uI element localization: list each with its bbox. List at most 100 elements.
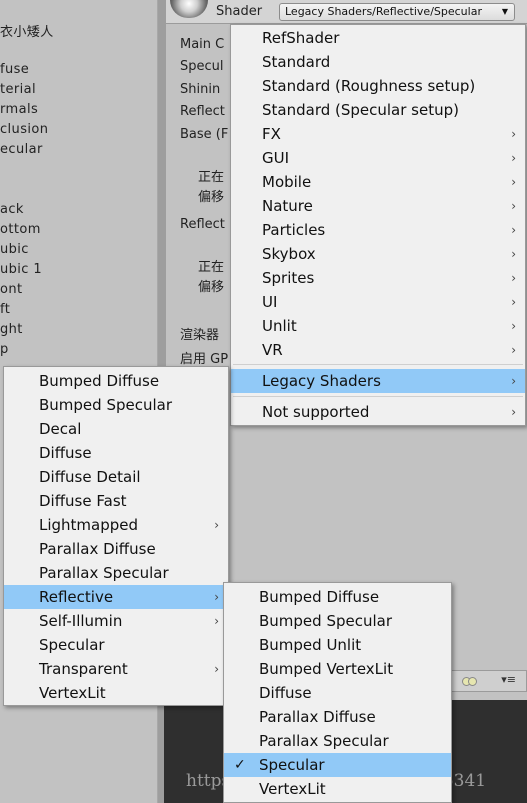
- hierarchy-item[interactable]: ecular: [0, 142, 43, 157]
- menu-item-bumped-vertexlit[interactable]: Bumped VertexLit: [224, 657, 451, 681]
- menu-item-label: GUI: [262, 149, 290, 167]
- menu-item-label: VertexLit: [259, 780, 326, 798]
- menu-separator: [233, 396, 523, 397]
- hierarchy-item[interactable]: clusion: [0, 122, 48, 137]
- chevron-right-icon: ›: [511, 223, 516, 237]
- legacy-shaders-menu: Bumped Diffuse Bumped Specular Decal Dif…: [3, 366, 229, 706]
- menu-item-label: VertexLit: [39, 684, 106, 702]
- hierarchy-item[interactable]: ft: [0, 302, 10, 317]
- menu-item-refshader[interactable]: RefShader: [231, 26, 525, 50]
- menu-item-specular[interactable]: ✓ Specular: [224, 753, 451, 777]
- hierarchy-item[interactable]: ubic: [0, 242, 29, 257]
- menu-item-standard-roughness[interactable]: Standard (Roughness setup): [231, 74, 525, 98]
- hierarchy-item[interactable]: ont: [0, 282, 23, 297]
- menu-item-specular[interactable]: Specular: [4, 633, 228, 657]
- menu-item-skybox[interactable]: Skybox ›: [231, 242, 525, 266]
- menu-item-diffuse-fast[interactable]: Diffuse Fast: [4, 489, 228, 513]
- menu-item-bumped-unlit[interactable]: Bumped Unlit: [224, 633, 451, 657]
- hierarchy-item[interactable]: ottom: [0, 222, 41, 237]
- menu-item-ui[interactable]: UI ›: [231, 290, 525, 314]
- menu-item-self-illumin[interactable]: Self-Illumin ›: [4, 609, 228, 633]
- menu-item-standard[interactable]: Standard: [231, 50, 525, 74]
- menu-item-parallax-specular[interactable]: Parallax Specular: [224, 729, 451, 753]
- hierarchy-item[interactable]: p: [0, 342, 9, 357]
- menu-item-bumped-diffuse[interactable]: Bumped Diffuse: [224, 585, 451, 609]
- light-toggle-icon[interactable]: [468, 677, 477, 686]
- menu-item-parallax-diffuse[interactable]: Parallax Diffuse: [224, 705, 451, 729]
- chevron-right-icon: ›: [511, 319, 516, 333]
- menu-item-diffuse-detail[interactable]: Diffuse Detail: [4, 465, 228, 489]
- menu-item-sprites[interactable]: Sprites ›: [231, 266, 525, 290]
- menu-item-nature[interactable]: Nature ›: [231, 194, 525, 218]
- menu-item-mobile[interactable]: Mobile ›: [231, 170, 525, 194]
- menu-item-label: Mobile: [262, 173, 312, 191]
- menu-item-label: Standard (Roughness setup): [262, 77, 476, 95]
- menu-item-bumped-specular[interactable]: Bumped Specular: [224, 609, 451, 633]
- chevron-right-icon: ›: [214, 614, 219, 628]
- material-preview-icon: [170, 0, 208, 18]
- menu-item-transparent[interactable]: Transparent ›: [4, 657, 228, 681]
- menu-item-label: Self-Illumin: [39, 612, 123, 630]
- menu-item-reflective[interactable]: Reflective ›: [4, 585, 228, 609]
- hierarchy-item[interactable]: terial: [0, 82, 36, 97]
- menu-item-not-supported[interactable]: Not supported ›: [231, 400, 525, 424]
- menu-item-label: Bumped Unlit: [259, 636, 362, 654]
- menu-item-label: Bumped Diffuse: [39, 372, 160, 390]
- chevron-right-icon: ›: [214, 518, 219, 532]
- menu-item-label: Unlit: [262, 317, 297, 335]
- menu-item-label: Diffuse Detail: [39, 468, 141, 486]
- menu-item-gui[interactable]: GUI ›: [231, 146, 525, 170]
- chevron-right-icon: ›: [511, 199, 516, 213]
- hierarchy-item[interactable]: rmals: [0, 102, 38, 117]
- hierarchy-item[interactable]: fuse: [0, 62, 29, 77]
- menu-item-vertexlit[interactable]: VertexLit: [4, 681, 228, 705]
- menu-item-label: Nature: [262, 197, 313, 215]
- chevron-right-icon: ›: [511, 295, 516, 309]
- menu-item-unlit[interactable]: Unlit ›: [231, 314, 525, 338]
- preview-toolbar: ▾≡: [445, 670, 527, 692]
- hierarchy-item[interactable]: ght: [0, 322, 23, 337]
- property-label: 正在: [198, 260, 225, 275]
- menu-item-particles[interactable]: Particles ›: [231, 218, 525, 242]
- menu-item-label: Parallax Specular: [39, 564, 169, 582]
- chevron-right-icon: ›: [511, 151, 516, 165]
- menu-item-label: Diffuse Fast: [39, 492, 127, 510]
- shader-dropdown[interactable]: Legacy Shaders/Reflective/Specular ▼: [279, 3, 515, 21]
- property-label: 偏移: [198, 280, 225, 295]
- menu-item-bumped-specular[interactable]: Bumped Specular: [4, 393, 228, 417]
- menu-item-decal[interactable]: Decal: [4, 417, 228, 441]
- menu-item-label: Lightmapped: [39, 516, 139, 534]
- chevron-right-icon: ›: [214, 662, 219, 676]
- hierarchy-item[interactable]: ack: [0, 202, 24, 217]
- menu-item-bumped-diffuse[interactable]: Bumped Diffuse: [4, 369, 228, 393]
- menu-item-fx[interactable]: FX ›: [231, 122, 525, 146]
- chevron-right-icon: ›: [511, 127, 516, 141]
- menu-item-lightmapped[interactable]: Lightmapped ›: [4, 513, 228, 537]
- menu-item-label: RefShader: [262, 29, 340, 47]
- menu-item-parallax-specular[interactable]: Parallax Specular: [4, 561, 228, 585]
- menu-item-label: Standard (Specular setup): [262, 101, 459, 119]
- property-label: Base (F: [180, 127, 229, 142]
- menu-item-label: Parallax Diffuse: [39, 540, 156, 558]
- hierarchy-item[interactable]: ubic 1: [0, 262, 42, 277]
- menu-item-legacy-shaders[interactable]: Legacy Shaders ›: [231, 369, 525, 393]
- preview-menu-icon[interactable]: ▾≡: [501, 673, 516, 686]
- property-label: 正在: [198, 170, 225, 185]
- menu-item-label: Transparent: [39, 660, 128, 678]
- menu-item-vertexlit[interactable]: VertexLit: [224, 777, 451, 801]
- chevron-right-icon: ›: [214, 590, 219, 604]
- menu-item-vr[interactable]: VR ›: [231, 338, 525, 362]
- menu-item-label: FX: [262, 125, 281, 143]
- menu-item-parallax-diffuse[interactable]: Parallax Diffuse: [4, 537, 228, 561]
- property-label: 启用 GP: [180, 352, 229, 367]
- menu-item-standard-specular[interactable]: Standard (Specular setup): [231, 98, 525, 122]
- shader-dropdown-value: Legacy Shaders/Reflective/Specular: [285, 5, 482, 18]
- menu-item-label: Skybox: [262, 245, 316, 263]
- chevron-right-icon: ›: [511, 175, 516, 189]
- menu-item-label: Legacy Shaders: [262, 372, 381, 390]
- menu-item-diffuse[interactable]: Diffuse: [224, 681, 451, 705]
- menu-item-label: Sprites: [262, 269, 315, 287]
- hierarchy-item[interactable]: 衣小矮人: [0, 21, 54, 40]
- property-label: Reflect: [180, 217, 225, 232]
- menu-item-diffuse[interactable]: Diffuse: [4, 441, 228, 465]
